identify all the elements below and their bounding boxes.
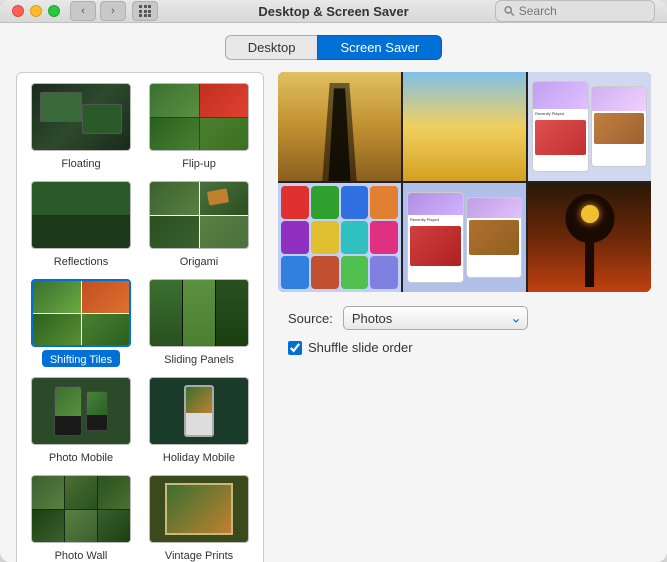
grid-dots-icon <box>139 5 151 17</box>
saver-label-wrap-photomobile: Photo Mobile <box>45 448 117 465</box>
main-window: ‹ › Desktop & Screen Saver Desktop Scree… <box>0 0 667 562</box>
preview-cell-4 <box>278 183 401 292</box>
shuffle-checkbox[interactable] <box>288 341 302 355</box>
saver-item-vintage-prints[interactable]: Vintage Prints <box>143 473 255 562</box>
traffic-lights <box>12 5 60 17</box>
back-button[interactable]: ‹ <box>70 1 96 21</box>
preview-cell-3: Recently Played <box>528 72 651 181</box>
saver-label-wrap-shifting: Shifting Tiles <box>42 350 120 367</box>
shuffle-row: Shuffle slide order <box>288 340 651 355</box>
preview-cell-5: Recently Played <box>403 183 526 292</box>
source-label: Source: <box>288 311 333 326</box>
saver-item-photo-mobile[interactable]: Photo Mobile <box>25 375 137 467</box>
source-select[interactable]: Photos Aperture iPhoto Folder <box>343 306 528 330</box>
nav-buttons: ‹ › <box>70 1 126 21</box>
saver-thumb-photowall <box>31 475 131 543</box>
close-button[interactable] <box>12 5 24 17</box>
preview-mosaic: Recently Played <box>278 72 651 292</box>
saver-item-flipup[interactable]: Flip-up <box>143 81 255 173</box>
controls-area: Source: Photos Aperture iPhoto Folder ⌄ <box>278 306 651 355</box>
right-panel: Recently Played <box>278 72 651 562</box>
source-select-wrapper: Photos Aperture iPhoto Folder ⌄ <box>343 306 528 330</box>
saver-label-holidaymobile: Holiday Mobile <box>163 452 235 464</box>
saver-label-wrap-photowall: Photo Wall <box>51 546 112 562</box>
preview-area: Recently Played <box>278 72 651 292</box>
saver-label-wrap-origami: Origami <box>176 252 223 269</box>
saver-item-shifting-tiles[interactable]: Shifting Tiles <box>25 277 137 369</box>
saver-thumb-photomobile <box>31 377 131 445</box>
saver-label-flipup: Flip-up <box>182 158 216 170</box>
saver-label-wrap-floating: Floating <box>57 154 104 171</box>
preview-cell-1 <box>278 72 401 181</box>
saver-item-reflections[interactable]: Reflections <box>25 179 137 271</box>
saver-item-origami[interactable]: Origami <box>143 179 255 271</box>
main-panel: Floating <box>16 72 651 562</box>
saver-thumb-vintage <box>149 475 249 543</box>
apps-grid-button[interactable] <box>132 1 158 21</box>
saver-thumb-shifting <box>31 279 131 347</box>
saver-label-sliding: Sliding Panels <box>164 354 234 366</box>
saver-label-reflections: Reflections <box>54 256 108 268</box>
saver-item-floating[interactable]: Floating <box>25 81 137 173</box>
saver-thumb-flipup <box>149 83 249 151</box>
saver-item-holiday-mobile[interactable]: Holiday Mobile <box>143 375 255 467</box>
saver-label-floating: Floating <box>61 158 100 170</box>
search-input[interactable] <box>519 4 646 18</box>
saver-thumb-sliding <box>149 279 249 347</box>
saver-grid: Floating <box>25 81 255 562</box>
saver-thumb-holidaymobile <box>149 377 249 445</box>
tab-screensaver[interactable]: Screen Saver <box>317 35 442 60</box>
source-row: Source: Photos Aperture iPhoto Folder ⌄ <box>288 306 651 330</box>
saver-label-shifting: Shifting Tiles <box>50 354 112 366</box>
preview-cell-2 <box>403 72 526 181</box>
saver-thumb-origami <box>149 181 249 249</box>
preview-cell-6 <box>528 183 651 292</box>
content-area: Desktop Screen Saver Floating <box>0 23 667 562</box>
screensaver-list[interactable]: Floating <box>16 72 264 562</box>
saver-label-origami: Origami <box>180 256 219 268</box>
maximize-button[interactable] <box>48 5 60 17</box>
saver-label-wrap-flipup: Flip-up <box>178 154 220 171</box>
forward-button[interactable]: › <box>100 1 126 21</box>
saver-thumb-floating <box>31 83 131 151</box>
saver-label-vintage: Vintage Prints <box>165 550 233 562</box>
saver-label-photomobile: Photo Mobile <box>49 452 113 464</box>
saver-item-sliding-panels[interactable]: Sliding Panels <box>143 277 255 369</box>
saver-label-photowall: Photo Wall <box>55 550 108 562</box>
saver-label-wrap-vintage: Vintage Prints <box>161 546 237 562</box>
search-bar[interactable] <box>495 0 655 22</box>
saver-item-photo-wall[interactable]: Photo Wall <box>25 473 137 562</box>
search-icon <box>504 5 515 17</box>
segmented-control: Desktop Screen Saver <box>16 35 651 60</box>
title-bar: ‹ › Desktop & Screen Saver <box>0 0 667 23</box>
saver-label-wrap-sliding: Sliding Panels <box>160 350 238 367</box>
saver-thumb-reflections <box>31 181 131 249</box>
minimize-button[interactable] <box>30 5 42 17</box>
tab-desktop[interactable]: Desktop <box>225 35 318 60</box>
window-title: Desktop & Screen Saver <box>258 4 408 19</box>
saver-label-wrap-holidaymobile: Holiday Mobile <box>159 448 239 465</box>
saver-label-wrap-reflections: Reflections <box>50 252 112 269</box>
shuffle-label[interactable]: Shuffle slide order <box>308 340 413 355</box>
